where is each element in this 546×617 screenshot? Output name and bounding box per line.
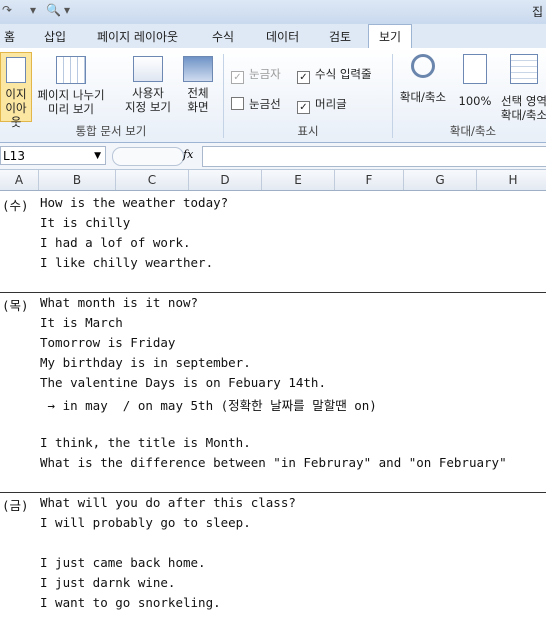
check-icon: ✓ (231, 71, 244, 84)
page-break-preview-button[interactable]: 페이지 나누기 미리 보기 (32, 52, 110, 116)
quick-access-dropdown-icon[interactable]: ▾ (30, 3, 36, 17)
tab-review[interactable]: 검토 (329, 28, 351, 45)
text-line: → in may / on may 5th (정확한 날짜를 말할땐 on) (40, 398, 377, 413)
tab-home[interactable]: 홈 (4, 28, 15, 45)
cell-reference: L13 (3, 149, 25, 163)
insert-function-icon[interactable]: fx (183, 148, 193, 161)
print-preview-icon[interactable]: 🔍 (46, 3, 61, 17)
zoom-to-selection-button[interactable]: 선택 영역 확대/축소 (496, 52, 546, 122)
text-line: What will you do after this class? (40, 495, 296, 510)
text-line: My birthday is in september. (40, 355, 251, 370)
ruler-label: 눈금자 (249, 67, 281, 81)
text-line: Tomorrow is Friday (40, 335, 176, 350)
group-workbook-views: 통합 문서 보기 (75, 124, 147, 138)
ribbon-view: 이지 이아웃 페이지 나누기 미리 보기 사용자 지정 보기 전체 화면 통합 … (0, 48, 546, 143)
text-line: It is chilly (40, 215, 131, 230)
tab-view[interactable]: 보기 (368, 24, 413, 49)
text-line: I think, the title is Month. (40, 435, 251, 450)
text-line: I had a lof of work. (40, 235, 191, 250)
text-line: It is March (40, 315, 123, 330)
zoom-selection-label-1: 선택 영역 (501, 94, 546, 108)
text-line: I want to go snorkeling. (40, 595, 221, 610)
worksheet[interactable]: (수) How is the weather today? It is chil… (0, 191, 546, 617)
column-header-d[interactable]: D (189, 170, 262, 190)
zoom-label: 확대/축소 (399, 90, 447, 104)
page-break-label-2: 미리 보기 (48, 102, 94, 116)
column-header-f[interactable]: F (335, 170, 404, 190)
text-line: What is the difference between "in Febru… (40, 455, 507, 470)
custom-views-icon (133, 56, 163, 82)
day-label-fri: (금) (2, 498, 29, 513)
zoom-100-label: 100% (458, 94, 492, 108)
formula-bar: L13 ▼ fx (0, 143, 546, 170)
ribbon-tabs: 홈 삽입 페이지 레이아웃 수식 데이터 검토 보기 (0, 24, 546, 49)
tab-page-layout[interactable]: 페이지 레이아웃 (97, 28, 178, 45)
column-header-c[interactable]: C (116, 170, 189, 190)
redo-icon[interactable]: ↷ (2, 3, 12, 17)
day-label-wed: (수) (2, 198, 29, 213)
full-screen-label-2: 화면 (187, 100, 209, 114)
custom-views-button[interactable]: 사용자 지정 보기 (120, 52, 176, 114)
formula-bar-checkbox[interactable]: ✓ 수식 입력줄 (297, 66, 372, 84)
ruler-checkbox[interactable]: ✓ 눈금자 (231, 66, 281, 84)
column-header-b[interactable]: B (39, 170, 116, 190)
border-line (0, 492, 546, 493)
window-title: 집 (532, 5, 544, 19)
group-zoom: 확대/축소 (449, 124, 497, 138)
page-layout-icon (6, 57, 26, 83)
text-line: I will probably go to sleep. (40, 515, 251, 530)
page-layout-view-button[interactable]: 이지 이아웃 (0, 52, 32, 129)
formula-splitter[interactable] (112, 147, 184, 166)
text-line: I just darnk wine. (40, 575, 176, 590)
gridlines-checkbox[interactable]: 눈금선 (231, 96, 281, 112)
formula-bar-label: 수식 입력줄 (315, 67, 372, 81)
name-box[interactable]: L13 ▼ (0, 146, 106, 165)
text-line: What month is it now? (40, 295, 199, 310)
title-bar: ↷ ▾ 🔍 ▾ 집 (0, 0, 546, 24)
page-break-label-1: 페이지 나누기 (37, 88, 105, 102)
customize-quick-access-icon[interactable]: ▾ (64, 3, 70, 17)
text-line: I just came back home. (40, 555, 206, 570)
tab-insert[interactable]: 삽입 (44, 28, 66, 45)
tab-data[interactable]: 데이터 (266, 28, 299, 45)
day-label-thu: (목) (2, 298, 29, 313)
column-header-e[interactable]: E (262, 170, 335, 190)
check-icon: ✓ (297, 71, 310, 84)
gridlines-label: 눈금선 (249, 97, 281, 111)
custom-views-label-2: 지정 보기 (125, 100, 171, 114)
text-line: I like chilly wearther. (40, 255, 214, 270)
zoom-selection-icon (510, 54, 538, 84)
custom-views-label-1: 사용자 (132, 86, 164, 100)
magnifier-icon (411, 54, 435, 78)
text-line: How is the weather today? (40, 195, 229, 210)
zoom-button[interactable]: 확대/축소 (396, 52, 450, 104)
headings-label: 머리글 (315, 97, 347, 111)
chevron-down-icon[interactable]: ▼ (94, 147, 101, 166)
unchecked-box-icon (231, 97, 244, 110)
zoom-selection-label-2: 확대/축소 (500, 108, 546, 122)
column-header-g[interactable]: G (404, 170, 477, 190)
column-header-h[interactable]: H (477, 170, 546, 190)
full-screen-button[interactable]: 전체 화면 (180, 52, 216, 114)
column-headers: A B C D E F G H (0, 170, 546, 191)
full-screen-label-1: 전체 (187, 86, 209, 100)
check-icon: ✓ (297, 101, 310, 114)
border-line (0, 292, 546, 293)
headings-checkbox[interactable]: ✓ 머리글 (297, 96, 347, 114)
page-break-preview-icon (56, 56, 86, 84)
group-show: 표시 (297, 124, 319, 138)
page-layout-label-1: 이지 (5, 87, 27, 101)
full-screen-icon (183, 56, 213, 82)
column-header-a[interactable]: A (0, 170, 39, 190)
zoom-100-button[interactable]: 100% (455, 52, 495, 108)
formula-input[interactable] (202, 146, 546, 167)
page-100-icon (463, 54, 487, 84)
tab-formulas[interactable]: 수식 (212, 28, 234, 45)
text-line: The valentine Days is on Febuary 14th. (40, 375, 326, 390)
